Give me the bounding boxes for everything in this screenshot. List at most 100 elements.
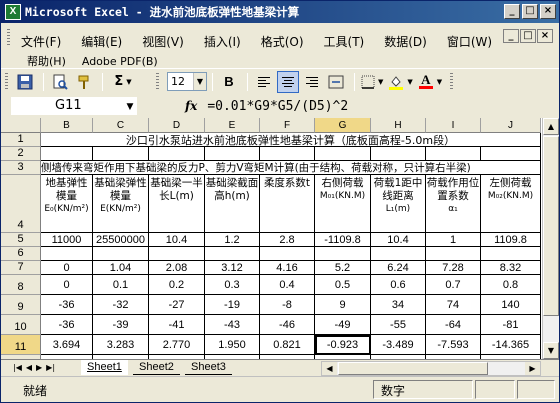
doc-minimize-button[interactable]: _ (503, 29, 519, 43)
result-cell[interactable]: -14.365 (481, 335, 541, 355)
align-left-icon[interactable] (253, 71, 275, 93)
column-header-i[interactable]: I (426, 118, 481, 133)
align-right-icon[interactable] (301, 71, 323, 93)
sheet-tab[interactable]: Sheet3 (185, 360, 232, 375)
result-cell[interactable]: 0 (41, 275, 93, 295)
sheet-subtitle[interactable]: 侧墙传来弯矩作用下基础梁的反力P、剪力V弯矩M计算(由于结构、荷载对称，只计算右… (41, 161, 541, 175)
row-header-2[interactable]: 2 (1, 147, 41, 161)
result-cell[interactable]: 2.08 (149, 261, 205, 275)
fx-icon[interactable]: fx (185, 99, 197, 113)
menu-item[interactable]: 视图(V) (142, 33, 184, 50)
menu-item[interactable]: 编辑(E) (81, 33, 122, 50)
result-cell[interactable]: 7.28 (426, 261, 481, 275)
result-cell[interactable]: 74 (426, 295, 481, 315)
menu-item[interactable]: 数据(D) (384, 33, 427, 50)
result-cell[interactable]: 1.950 (205, 335, 260, 355)
column-title-cell[interactable]: 基础梁一半长L(m) (149, 175, 205, 233)
empty-cell[interactable] (371, 247, 426, 261)
input-value-cell[interactable]: 10.4 (371, 233, 426, 247)
result-cell[interactable]: -81 (481, 315, 541, 335)
selected-cell[interactable]: -0.923 (315, 335, 371, 355)
empty-cell[interactable] (426, 247, 481, 261)
result-cell[interactable]: -7.593 (426, 335, 481, 355)
maximize-button[interactable]: □ (522, 4, 538, 19)
result-cell[interactable]: -36 (41, 295, 93, 315)
toolbar-grip[interactable] (5, 72, 8, 91)
column-header-c[interactable]: C (93, 118, 149, 133)
column-title-cell[interactable]: 左侧荷载 M₀₂(KN.M) (481, 175, 541, 233)
row-header-4[interactable]: 4 (1, 175, 41, 233)
result-cell[interactable]: -27 (149, 295, 205, 315)
format-painter-icon[interactable] (73, 71, 95, 93)
column-header-b[interactable]: B (41, 118, 93, 133)
first-sheet-icon[interactable]: |◀ (13, 363, 22, 372)
result-cell[interactable]: -49 (315, 315, 371, 335)
result-cell[interactable]: 9 (315, 295, 371, 315)
bold-button[interactable]: B (218, 71, 240, 93)
column-header-g[interactable]: G (315, 118, 371, 133)
result-cell[interactable]: -32 (93, 295, 149, 315)
menu-item[interactable]: 插入(I) (204, 33, 241, 50)
empty-cell[interactable] (315, 247, 371, 261)
input-value-cell[interactable]: 1 (426, 233, 481, 247)
horizontal-scrollbar[interactable]: ◀ ▶ (321, 361, 541, 376)
result-cell[interactable]: 0.821 (260, 335, 315, 355)
result-cell[interactable]: 0.3 (205, 275, 260, 295)
result-cell[interactable]: 5.2 (315, 261, 371, 275)
empty-cell[interactable] (41, 147, 93, 161)
result-cell[interactable]: -46 (260, 315, 315, 335)
vertical-scroll-thumb[interactable] (543, 136, 559, 316)
menu-item[interactable]: 文件(F) (21, 33, 61, 50)
save-icon[interactable] (14, 71, 36, 93)
spreadsheet-grid[interactable]: ▲ ▼ BCDEFGHIJ123456789101112沙口引水泵站进水前池底板… (1, 118, 559, 359)
empty-cell[interactable] (481, 147, 541, 161)
input-value-cell[interactable]: 11000 (41, 233, 93, 247)
row-header-5[interactable]: 5 (1, 233, 41, 247)
menu-item[interactable]: 格式(O) (261, 33, 304, 50)
horizontal-scroll-thumb[interactable] (338, 362, 488, 375)
next-sheet-icon[interactable]: ▶ (36, 363, 42, 372)
result-cell[interactable]: -19 (205, 295, 260, 315)
sheet-tab[interactable]: Sheet1 (81, 360, 128, 375)
column-title-cell[interactable]: 荷载1距中线距离 L₁(m) (371, 175, 426, 233)
result-cell[interactable]: 1.04 (93, 261, 149, 275)
menu-item[interactable]: Adobe PDF(B) (82, 55, 158, 68)
row-header-8[interactable]: 8 (1, 275, 41, 295)
result-cell[interactable]: 0.2 (149, 275, 205, 295)
font-size-select[interactable]: 12 ▼ (167, 72, 207, 91)
doc-close-button[interactable]: × (537, 29, 553, 43)
chevron-down-icon[interactable]: ▼ (407, 78, 412, 86)
input-value-cell[interactable]: 1109.8 (481, 233, 541, 247)
result-cell[interactable]: -64 (426, 315, 481, 335)
menu-grip[interactable] (7, 29, 10, 45)
result-cell[interactable]: 0 (41, 261, 93, 275)
autosum-button[interactable]: Σ ▼ (108, 71, 138, 93)
prev-sheet-icon[interactable]: ◀ (26, 363, 32, 372)
excel-app-icon[interactable]: X (5, 4, 21, 20)
print-preview-icon[interactable] (49, 71, 71, 93)
input-value-cell[interactable]: 25500000 (93, 233, 149, 247)
result-cell[interactable]: 0.4 (260, 275, 315, 295)
empty-cell[interactable] (481, 247, 541, 261)
formula-input[interactable]: =0.01*G9*G5/(D5)^2 (207, 99, 348, 114)
close-button[interactable]: × (540, 4, 556, 19)
row-header-1[interactable]: 1 (1, 133, 41, 147)
column-header-d[interactable]: D (149, 118, 205, 133)
empty-cell[interactable] (260, 247, 315, 261)
result-cell[interactable]: 8.32 (481, 261, 541, 275)
column-header-e[interactable]: E (205, 118, 260, 133)
toolbar-grip[interactable] (450, 72, 454, 91)
sheet-title[interactable]: 沙口引水泵站进水前池底板弹性地基梁计算（底板面高程-5.0m段） (41, 133, 541, 147)
chevron-down-icon[interactable]: ▼ (378, 78, 383, 86)
chevron-down-icon[interactable]: ▼ (123, 98, 137, 116)
column-title-cell[interactable]: 基础梁截面高h(m) (205, 175, 260, 233)
result-cell[interactable]: 2.770 (149, 335, 205, 355)
row-header-11[interactable]: 11 (1, 335, 41, 355)
sheet-tab[interactable]: Sheet2 (133, 360, 180, 375)
result-cell[interactable]: -36 (41, 315, 93, 335)
column-title-cell[interactable]: 荷载作用位置系数 α₁ (426, 175, 481, 233)
select-all-corner[interactable] (1, 118, 41, 133)
column-header-f[interactable]: F (260, 118, 315, 133)
chevron-down-icon[interactable]: ▼ (193, 73, 206, 90)
result-cell[interactable]: -55 (371, 315, 426, 335)
